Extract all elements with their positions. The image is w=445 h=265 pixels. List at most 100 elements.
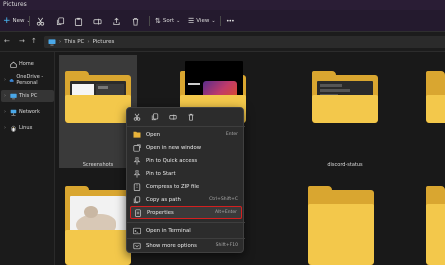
folder-icon: [426, 71, 445, 123]
copy-icon[interactable]: [151, 113, 159, 121]
title-bar: Pictures: [0, 0, 445, 10]
rename-button[interactable]: [93, 15, 102, 27]
menu-item-shortcut: Ctrl+Shift+C: [209, 197, 238, 202]
folder-icon: [426, 186, 445, 265]
chevron-right-icon[interactable]: ›: [4, 109, 8, 115]
chevron-down-icon: ⌄: [176, 18, 181, 24]
navigation-pane: Home › OneDrive - Personal › This PC › N…: [0, 52, 55, 265]
sidebar-item-label: This PC: [19, 93, 38, 99]
sort-button[interactable]: ⇅ Sort ⌄: [155, 15, 180, 27]
menu-item-pin-start[interactable]: Pin to Start: [130, 168, 242, 179]
folder-icon: [312, 71, 378, 123]
address-bar-row: ← → ↑ › This PC › Pictures: [0, 32, 445, 52]
new-window-icon: [132, 143, 142, 153]
window-title: Pictures: [3, 1, 27, 8]
up-arrow-icon[interactable]: ↑: [31, 37, 37, 45]
rename-icon[interactable]: [169, 113, 177, 121]
more-options-button[interactable]: •••: [226, 15, 235, 27]
chevron-right-icon[interactable]: ›: [4, 125, 8, 131]
computer-icon: [48, 38, 56, 46]
menu-item-compress-zip[interactable]: Compress to ZIP file: [130, 181, 242, 192]
forward-arrow-icon[interactable]: →: [19, 37, 25, 45]
delete-button[interactable]: [131, 15, 140, 27]
terminal-icon: [132, 226, 142, 236]
sidebar-item-linux[interactable]: › Linux: [1, 122, 54, 134]
breadcrumb-this-pc[interactable]: This PC: [64, 39, 84, 45]
paste-button[interactable]: [74, 15, 83, 27]
menu-item-label: Properties: [147, 209, 174, 216]
folder-item[interactable]: [420, 178, 445, 265]
menu-item-shortcut: Alt+Enter: [215, 210, 237, 215]
chevron-right-icon[interactable]: ›: [4, 77, 7, 83]
properties-icon: [133, 208, 143, 218]
menu-item-label: Show more options: [146, 242, 197, 249]
paste-icon: [74, 17, 83, 26]
address-bar[interactable]: › This PC › Pictures: [44, 36, 445, 48]
menu-item-open[interactable]: Open Enter: [130, 129, 242, 140]
sidebar-item-label: OneDrive - Personal: [16, 74, 44, 86]
copy-button[interactable]: [56, 15, 65, 27]
share-button[interactable]: [112, 15, 121, 27]
menu-item-label: Pin to Quick access: [146, 157, 198, 164]
copy-path-icon: [132, 195, 142, 205]
menu-item-show-more-options[interactable]: Show more options Shift+F10: [130, 240, 242, 251]
toolbar-divider: [149, 16, 150, 26]
view-icon: ☰: [188, 17, 195, 25]
menu-item-properties[interactable]: Properties Alt+Enter: [130, 206, 242, 219]
menu-item-pin-quick-access[interactable]: Pin to Quick access: [130, 155, 242, 166]
sidebar-item-home[interactable]: Home: [1, 58, 54, 70]
sort-icon: ⇅: [155, 17, 161, 25]
delete-icon[interactable]: [187, 113, 195, 121]
folder-item[interactable]: [174, 55, 252, 123]
sidebar-item-network[interactable]: › Network: [1, 106, 54, 118]
back-arrow-icon[interactable]: ←: [4, 37, 10, 45]
delete-icon: [132, 17, 139, 26]
breadcrumb-pictures[interactable]: Pictures: [93, 39, 115, 45]
sidebar-item-label: Network: [19, 109, 40, 115]
folder-icon: [65, 186, 131, 265]
menu-item-label: Copy as path: [146, 196, 181, 203]
context-menu: Open Enter Open in new window Pin to Qui…: [126, 107, 245, 253]
network-icon: [10, 109, 17, 116]
cut-icon: [36, 17, 45, 26]
address-separator: ›: [59, 39, 62, 45]
address-separator: ›: [87, 39, 90, 45]
toolbar-divider: [220, 16, 221, 26]
cut-icon[interactable]: [133, 113, 141, 121]
toolbar-divider: [29, 16, 30, 26]
pin-icon: [132, 169, 142, 179]
chevron-down-icon: ⌄: [211, 18, 216, 24]
cut-button[interactable]: [36, 15, 45, 27]
menu-item-label: Open: [146, 131, 161, 138]
folder-item-discord-status[interactable]: discord-status: [306, 55, 384, 168]
sidebar-item-this-pc[interactable]: › This PC: [1, 90, 54, 102]
new-button[interactable]: + New ⌄: [3, 15, 31, 27]
sort-label: Sort: [162, 18, 175, 24]
penguin-icon: [11, 125, 16, 132]
folder-icon: [65, 71, 131, 123]
sidebar-item-onedrive[interactable]: › OneDrive - Personal: [1, 74, 54, 86]
menu-item-label: Open in new window: [146, 144, 202, 151]
menu-item-shortcut: Enter: [225, 132, 238, 137]
menu-divider: [127, 126, 245, 127]
menu-item-label: Pin to Start: [146, 170, 176, 177]
command-bar: + New ⌄ ⇅ Sort ⌄ ☰ View ⌄ •••: [0, 10, 445, 32]
share-icon: [113, 17, 120, 25]
chevron-right-icon[interactable]: ›: [4, 93, 8, 99]
plus-icon: +: [3, 16, 11, 26]
menu-item-shortcut: Shift+F10: [215, 243, 238, 248]
folder-item[interactable]: [302, 178, 380, 265]
menu-item-open-terminal[interactable]: Open in Terminal: [130, 225, 242, 236]
zip-icon: [132, 182, 142, 192]
context-quick-actions: [133, 112, 195, 122]
sidebar-item-label: Linux: [19, 125, 33, 131]
menu-item-label: Compress to ZIP file: [146, 183, 200, 190]
folder-icon: [308, 186, 374, 265]
menu-item-copy-as-path[interactable]: Copy as path Ctrl+Shift+C: [130, 194, 242, 205]
menu-divider: [127, 222, 245, 223]
new-label: New: [12, 18, 25, 24]
menu-item-open-new-window[interactable]: Open in new window: [130, 142, 242, 153]
folder-item[interactable]: [420, 55, 445, 125]
view-button[interactable]: ☰ View ⌄: [188, 15, 216, 27]
menu-divider: [127, 238, 245, 239]
